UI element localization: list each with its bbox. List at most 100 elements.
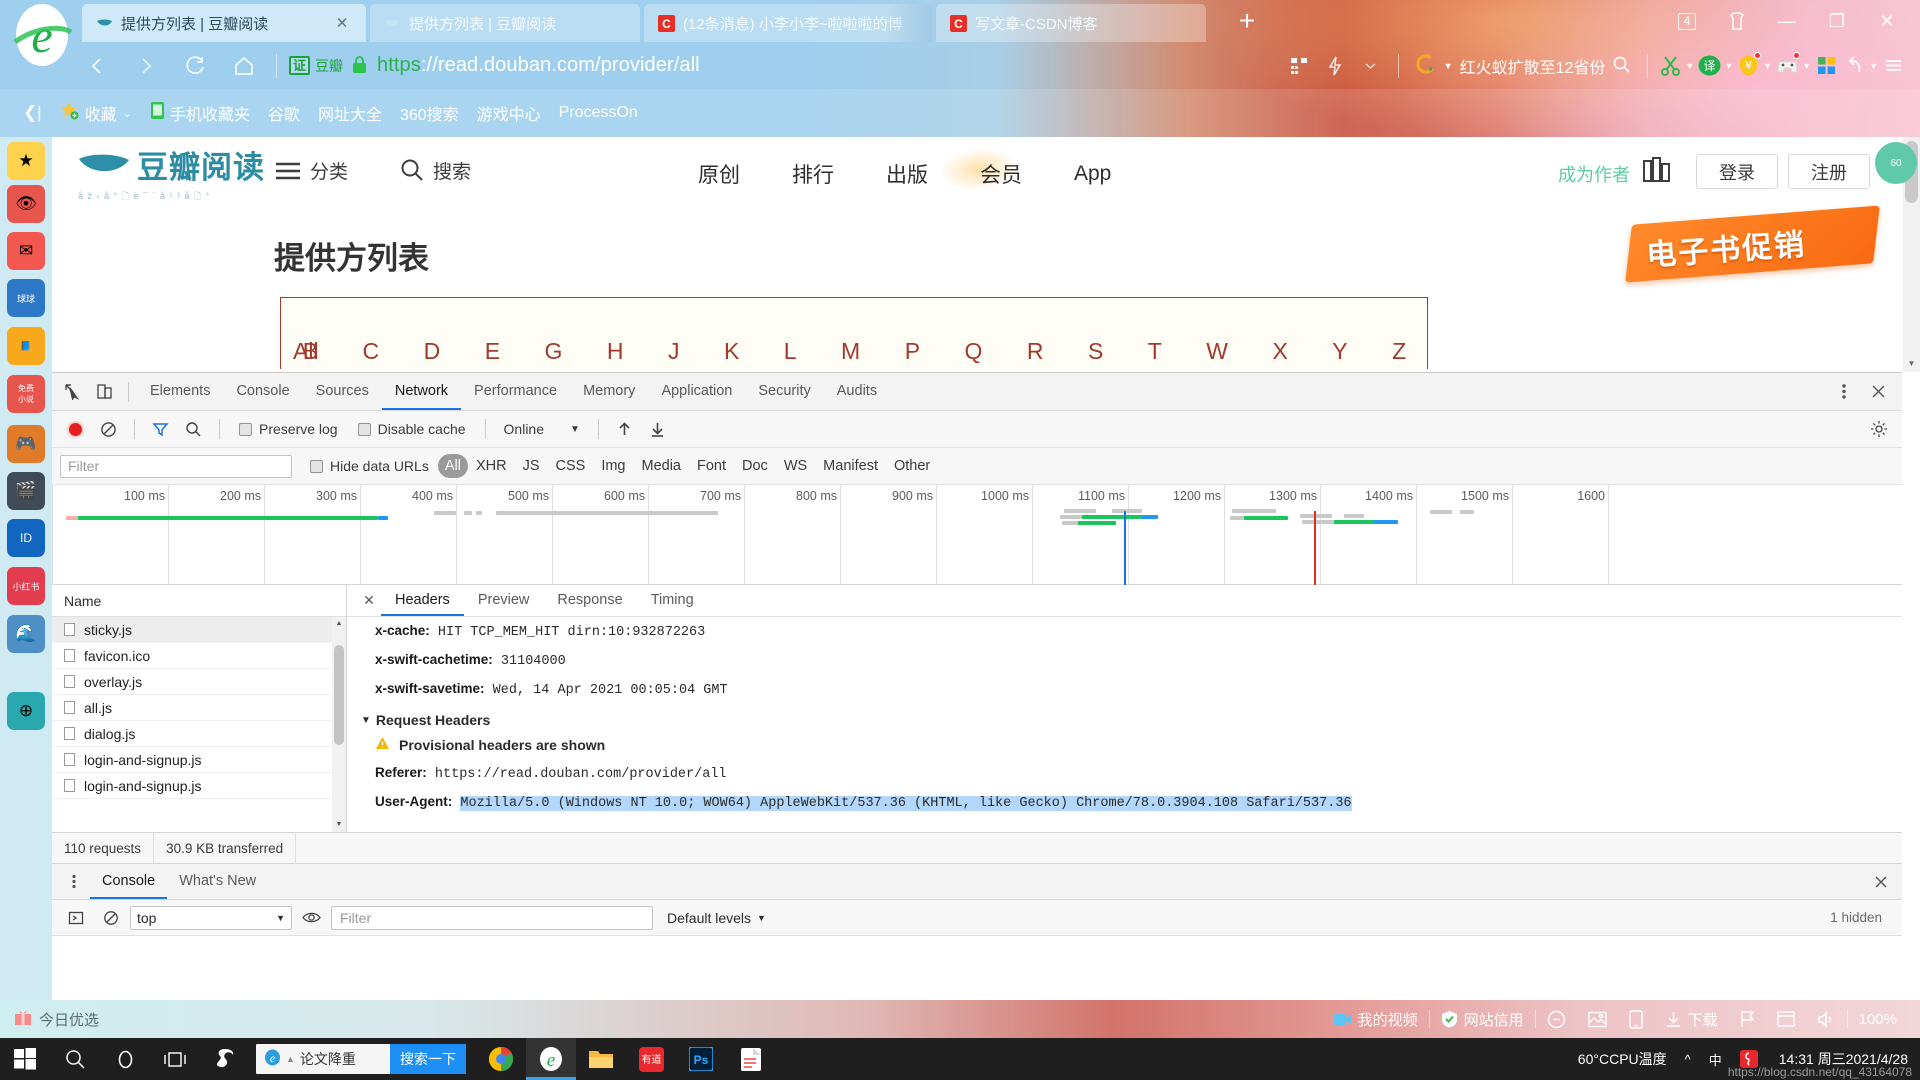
alpha-filter-letter[interactable]: Q <box>965 338 984 365</box>
file-explorer-icon[interactable] <box>576 1038 626 1080</box>
browser-tab-3[interactable]: C 写文章-CSDN博客 <box>936 4 1206 42</box>
inspect-element-icon[interactable] <box>56 377 88 407</box>
alpha-filter-letter[interactable]: R <box>1027 338 1045 365</box>
alpha-filter-letter[interactable]: K <box>724 338 740 365</box>
detail-tab-preview[interactable]: Preview <box>464 585 544 616</box>
ie-icon[interactable]: e <box>526 1038 576 1080</box>
taskbar-search-button[interactable]: 搜索一下 <box>390 1044 466 1074</box>
nav-search[interactable]: 搜索 <box>400 157 471 184</box>
tray-expand-chevron[interactable]: ^ <box>1676 1038 1700 1080</box>
clear-icon[interactable] <box>93 415 124 444</box>
alpha-filter-letter[interactable]: S <box>1088 338 1104 365</box>
search-icon[interactable] <box>178 415 209 444</box>
minimize-button[interactable]: — <box>1764 4 1810 38</box>
filter-type-xhr[interactable]: XHR <box>468 454 515 478</box>
alpha-filter-letter[interactable]: W <box>1206 338 1229 365</box>
alpha-filter-letter[interactable]: X <box>1272 338 1288 365</box>
site-logo[interactable]: 豆瓣阅读 å ž ‹ å ° 🗋 è ¯ ´ å ¹ ³ å 🗋 ° <box>78 151 265 201</box>
scrollbar-thumb[interactable] <box>334 645 344 745</box>
alpha-filter-letter[interactable]: P <box>905 338 921 365</box>
detail-tab-timing[interactable]: Timing <box>637 585 708 616</box>
nav-item-vip[interactable]: 会员 <box>954 155 1048 193</box>
floating-badge[interactable]: 60 <box>1875 142 1917 184</box>
alpha-filter-letter[interactable]: E <box>485 338 501 365</box>
filter-type-doc[interactable]: Doc <box>734 454 776 478</box>
rail-mail-icon[interactable]: ✉ <box>7 232 45 270</box>
bookmarks-collapse-button[interactable]: ❮| <box>14 103 51 123</box>
status-mobile-icon[interactable] <box>1618 1009 1654 1029</box>
nav-item-original[interactable]: 原创 <box>672 155 766 193</box>
filter-type-all[interactable]: All <box>437 454 468 478</box>
throttling-select[interactable]: Online ▼ <box>496 421 588 437</box>
back-button[interactable] <box>72 46 121 86</box>
disable-cache-checkbox[interactable]: Disable cache <box>349 421 475 437</box>
rail-add-icon[interactable]: ⊕ <box>7 692 45 730</box>
nav-item-app[interactable]: App <box>1048 158 1137 190</box>
cpu-temperature[interactable]: 60°C CPU温度 <box>1569 1038 1676 1080</box>
drawer-tab-console[interactable]: Console <box>90 864 167 899</box>
devtools-tab-performance[interactable]: Performance <box>461 373 570 410</box>
filter-type-img[interactable]: Img <box>593 454 633 478</box>
eye-icon[interactable] <box>296 903 327 932</box>
bookmark-processon[interactable]: ProcessOn <box>550 104 647 122</box>
filter-type-manifest[interactable]: Manifest <box>815 454 886 478</box>
filter-type-ws[interactable]: WS <box>776 454 815 478</box>
task-view-icon[interactable] <box>150 1038 200 1080</box>
rail-app-2-icon[interactable]: 📘 <box>7 327 45 365</box>
close-window-button[interactable]: ✕ <box>1864 4 1910 38</box>
devtools-tab-audits[interactable]: Audits <box>824 373 890 410</box>
alpha-filter-letter[interactable]: H <box>607 338 625 365</box>
cortana-icon[interactable] <box>100 1038 150 1080</box>
detail-tab-response[interactable]: Response <box>543 585 636 616</box>
preserve-log-checkbox[interactable]: Preserve log <box>230 421 347 437</box>
clear-icon[interactable] <box>95 903 126 932</box>
alpha-filter-letter[interactable]: C <box>363 338 381 365</box>
translate-extension[interactable]: 译 ▼ <box>1697 53 1733 78</box>
devtools-tab-network[interactable]: Network <box>382 373 461 410</box>
rail-favorites-icon[interactable]: ★ <box>7 142 45 180</box>
promo-banner[interactable]: 电子书促销 <box>1625 205 1880 283</box>
close-icon[interactable]: ✕ <box>332 13 352 33</box>
filter-type-media[interactable]: Media <box>634 454 690 478</box>
restore-button[interactable]: ❐ <box>1814 4 1860 38</box>
request-headers-section-title[interactable]: ▼ Request Headers <box>347 704 1902 732</box>
import-har-icon[interactable] <box>609 415 640 444</box>
table-row[interactable]: login-and-signup.js <box>52 773 346 799</box>
sogou-icon[interactable] <box>200 1038 250 1080</box>
alpha-filter-letter[interactable]: M <box>841 338 861 365</box>
bookshelf-icon[interactable] <box>1640 153 1674 190</box>
table-row[interactable]: sticky.js <box>52 617 346 643</box>
table-row[interactable]: dialog.js <box>52 721 346 747</box>
table-row[interactable]: login-and-signup.js <box>52 747 346 773</box>
filter-type-css[interactable]: CSS <box>548 454 594 478</box>
taskbar-search-icon[interactable] <box>50 1038 100 1080</box>
forward-button[interactable] <box>121 46 170 86</box>
login-button[interactable]: 登录 <box>1696 154 1778 189</box>
filter-icon[interactable] <box>145 415 176 444</box>
bookmark-google[interactable]: 谷歌 <box>259 101 309 125</box>
search-icon[interactable] <box>1612 55 1631 77</box>
table-row[interactable]: favicon.ico <box>52 643 346 669</box>
bookmark-favorites[interactable]: 收藏 ⌄ <box>51 101 141 125</box>
rail-app-7-icon[interactable]: 🌊 <box>7 615 45 653</box>
game-extension[interactable]: ▼ <box>1775 52 1811 78</box>
request-list-scrollbar[interactable]: ▲ ▼ <box>332 617 346 832</box>
status-download[interactable]: 下载 <box>1654 1009 1729 1030</box>
rail-app-6-icon[interactable]: 小红书 <box>7 567 45 605</box>
status-bar-left[interactable]: 今日优选 <box>0 1008 99 1030</box>
browser-menu-button[interactable] <box>1881 53 1906 78</box>
close-icon[interactable]: ✕ <box>357 589 381 613</box>
nav-category[interactable]: 分类 <box>274 157 348 184</box>
alpha-filter-letter[interactable]: L <box>784 338 798 365</box>
rail-app-4-icon[interactable]: 🎬 <box>7 472 45 510</box>
toolbar-search[interactable]: ▼ 红火蚁扩散至12省份 <box>1409 53 1638 78</box>
qr-code-icon[interactable] <box>1282 49 1316 83</box>
skin-icon[interactable] <box>1714 4 1760 38</box>
bookmark-360-search[interactable]: 360搜索 <box>391 101 468 125</box>
browser-tab-0[interactable]: 提供方列表 | 豆瓣阅读 ✕ <box>82 4 366 42</box>
browser-tab-1[interactable]: 提供方列表 | 豆瓣阅读 <box>370 4 640 42</box>
zoom-level[interactable]: 100% <box>1848 1011 1908 1028</box>
certificate-badge[interactable]: 证 豆瓣 <box>289 56 343 76</box>
become-author-link[interactable]: 成为作者 <box>1558 161 1630 187</box>
console-levels-select[interactable]: Default levels ▼ <box>657 910 776 926</box>
